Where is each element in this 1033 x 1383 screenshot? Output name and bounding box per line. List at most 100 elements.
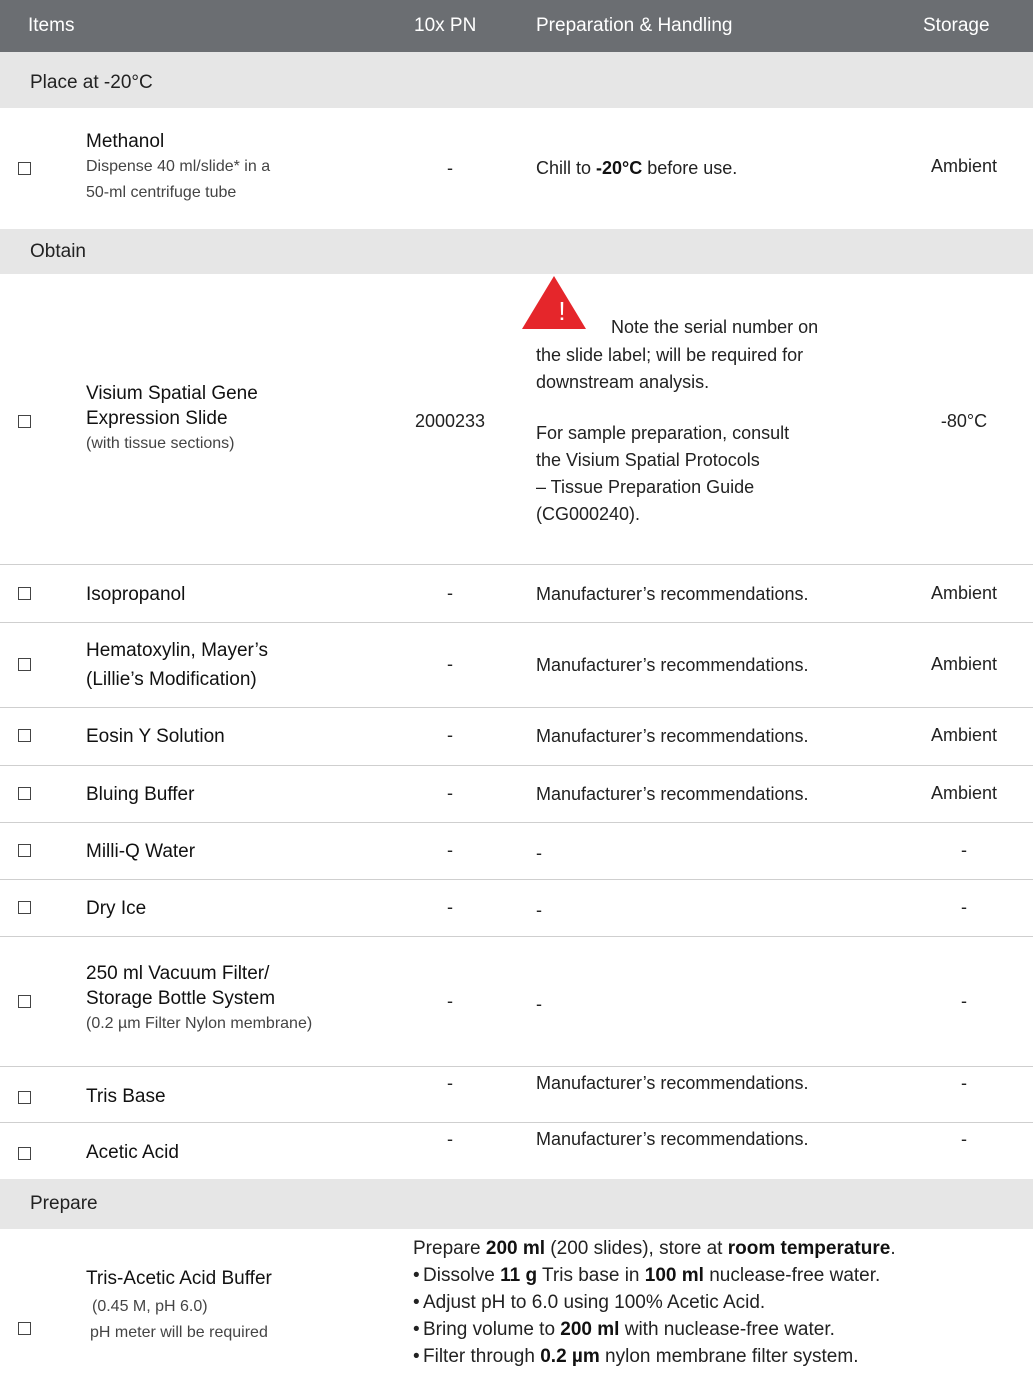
checkbox[interactable] xyxy=(18,1322,31,1335)
checkbox[interactable] xyxy=(18,658,31,671)
item-name: Isopropanol xyxy=(86,584,186,605)
checkbox[interactable] xyxy=(18,729,31,742)
buffer-steps: • Dissolve 11 g Tris base in 100 ml nucle… xyxy=(413,1262,896,1370)
table-row: Tris-Acetic Acid Buffer (0.45 M, pH 6.0)… xyxy=(0,1229,1033,1383)
checkbox[interactable] xyxy=(18,844,31,857)
note-text: – Tissue Preparation Guide xyxy=(536,477,755,497)
pn-cell: - xyxy=(447,783,453,803)
pn-cell: - xyxy=(447,158,453,178)
pn-cell: - xyxy=(447,654,453,674)
storage-cell: Ambient xyxy=(930,654,998,674)
pn-cell: - xyxy=(447,725,453,745)
storage-cell: Ambient xyxy=(930,725,998,745)
table-row: Acetic Acid - Manufacturer’s recommendat… xyxy=(0,1122,1033,1179)
prep-cell: Chill to -20°C before use. xyxy=(536,158,738,178)
checkbox[interactable] xyxy=(18,162,31,175)
warning-icon xyxy=(522,276,586,329)
checkbox[interactable] xyxy=(18,1091,31,1104)
note-text: (CG000240). xyxy=(536,504,641,524)
item-name: Acetic Acid xyxy=(86,1142,179,1163)
item-cell: Tris-Acetic Acid Buffer (0.45 M, pH 6.0)… xyxy=(86,1266,272,1346)
storage-cell: - xyxy=(961,1073,967,1093)
table-row: Methanol Dispense 40 ml/slide* in a 50-m… xyxy=(0,108,1033,229)
pn-cell: - xyxy=(447,1129,453,1149)
pn-cell: - xyxy=(447,1073,453,1093)
storage-cell: - xyxy=(961,1129,967,1149)
item-name: Eosin Y Solution xyxy=(86,726,225,747)
prep-cell: Manufacturer’s recommendations. xyxy=(536,1129,809,1149)
item-cell: 250 ml Vacuum Filter/ Storage Bottle Sys… xyxy=(86,961,312,1037)
pn-cell: - xyxy=(447,897,453,917)
prep-cell: Manufacturer’s recommendations. xyxy=(536,726,809,746)
table-row: Visium Spatial Gene Expression Slide (wi… xyxy=(0,274,1033,565)
header-storage: Storage xyxy=(923,15,990,36)
pn-cell: - xyxy=(447,583,453,603)
pn-cell: 2000233 xyxy=(414,411,486,431)
prep-cell: Manufacturer’s recommendations. xyxy=(536,1073,809,1093)
pn-cell: - xyxy=(447,840,453,860)
list-item: • Filter through 0.2 µm nylon membrane fi… xyxy=(413,1346,859,1367)
note-text: Note the serial number on xyxy=(611,317,819,337)
checkbox[interactable] xyxy=(18,1147,31,1160)
storage-cell: - xyxy=(961,840,967,860)
item-desc: Dispense 40 ml/slide* in a xyxy=(86,158,271,175)
prep-cell: ! Note the serial number on the slide la… xyxy=(522,274,818,528)
item-name: (Lillie’s Modification) xyxy=(86,669,257,690)
item-name: Dry Ice xyxy=(86,898,147,919)
checkbox[interactable] xyxy=(18,901,31,914)
note-text: the slide label; will be required for xyxy=(536,345,804,365)
item-name: Tris-Acetic Acid Buffer xyxy=(86,1268,272,1289)
item-name: Tris Base xyxy=(86,1086,166,1107)
section-prepare: Prepare xyxy=(0,1179,1033,1229)
item-name: Storage Bottle System xyxy=(86,988,276,1009)
item-name: Milli-Q Water xyxy=(86,841,196,862)
item-cell: Visium Spatial Gene Expression Slide (wi… xyxy=(86,381,258,457)
checkbox[interactable] xyxy=(18,995,31,1008)
table-row: Isopropanol - Manufacturer’s recommendat… xyxy=(0,564,1033,623)
header-items: Items xyxy=(28,15,75,36)
item-name: Bluing Buffer xyxy=(86,784,195,805)
list-item: • Dissolve 11 g Tris base in 100 ml nucle… xyxy=(413,1265,881,1286)
storage-cell: Ambient xyxy=(930,156,998,176)
item-desc: (with tissue sections) xyxy=(86,435,235,452)
section-title: Obtain xyxy=(30,241,86,262)
prep-cell: Manufacturer’s recommendations. xyxy=(536,655,809,675)
storage-cell: -80°C xyxy=(940,411,988,431)
item-name: Visium Spatial Gene xyxy=(86,383,258,404)
prep-cell: - xyxy=(536,843,542,863)
note-text: downstream analysis. xyxy=(536,372,710,392)
item-name: Hematoxylin, Mayer’s xyxy=(86,640,268,661)
table-row: Hematoxylin, Mayer’s (Lillie’s Modificat… xyxy=(0,622,1033,708)
checkbox[interactable] xyxy=(18,787,31,800)
section-obtain: Obtain xyxy=(0,229,1033,274)
storage-cell: - xyxy=(961,991,967,1011)
item-desc: (0.2 µm Filter Nylon membrane) xyxy=(86,1015,313,1032)
list-item: • Bring volume to 200 ml with nuclease-fr… xyxy=(413,1319,835,1340)
prep-cell: - xyxy=(536,994,542,1014)
table-row: Dry Ice - - - xyxy=(0,879,1033,937)
prep-cell: Manufacturer’s recommendations. xyxy=(536,584,809,604)
header-prep: Preparation & Handling xyxy=(536,15,733,36)
note-text: the Visium Spatial Protocols xyxy=(536,450,760,470)
table-row: 250 ml Vacuum Filter/ Storage Bottle Sys… xyxy=(0,936,1033,1067)
item-name: Methanol xyxy=(86,131,165,152)
buffer-instructions: Prepare 200 ml (200 slides), store at ro… xyxy=(413,1235,896,1370)
table-row: Milli-Q Water - - - xyxy=(0,822,1033,880)
section-title: Place at -20°C xyxy=(30,72,153,93)
buffer-intro: Prepare 200 ml (200 slides), store at ro… xyxy=(413,1238,896,1259)
storage-cell: Ambient xyxy=(930,783,998,803)
prep-cell: Manufacturer’s recommendations. xyxy=(536,784,809,804)
list-item: • Adjust pH to 6.0 using 100% Acetic Acid… xyxy=(413,1292,766,1313)
item-name: 250 ml Vacuum Filter/ xyxy=(86,963,270,984)
table-header: Items 10x PN Preparation & Handling Stor… xyxy=(0,0,1033,52)
item-desc: (0.45 M, pH 6.0) xyxy=(92,1298,208,1315)
checkbox[interactable] xyxy=(18,587,31,600)
table-row: Eosin Y Solution - Manufacturer’s recomm… xyxy=(0,707,1033,766)
note-text: For sample preparation, consult xyxy=(536,423,790,443)
item-desc: 50-ml centrifuge tube xyxy=(86,184,237,201)
checkbox[interactable] xyxy=(18,415,31,428)
prep-cell: - xyxy=(536,900,542,920)
storage-cell: Ambient xyxy=(930,583,998,603)
header-pn: 10x PN xyxy=(414,15,477,36)
storage-cell: - xyxy=(961,897,967,917)
